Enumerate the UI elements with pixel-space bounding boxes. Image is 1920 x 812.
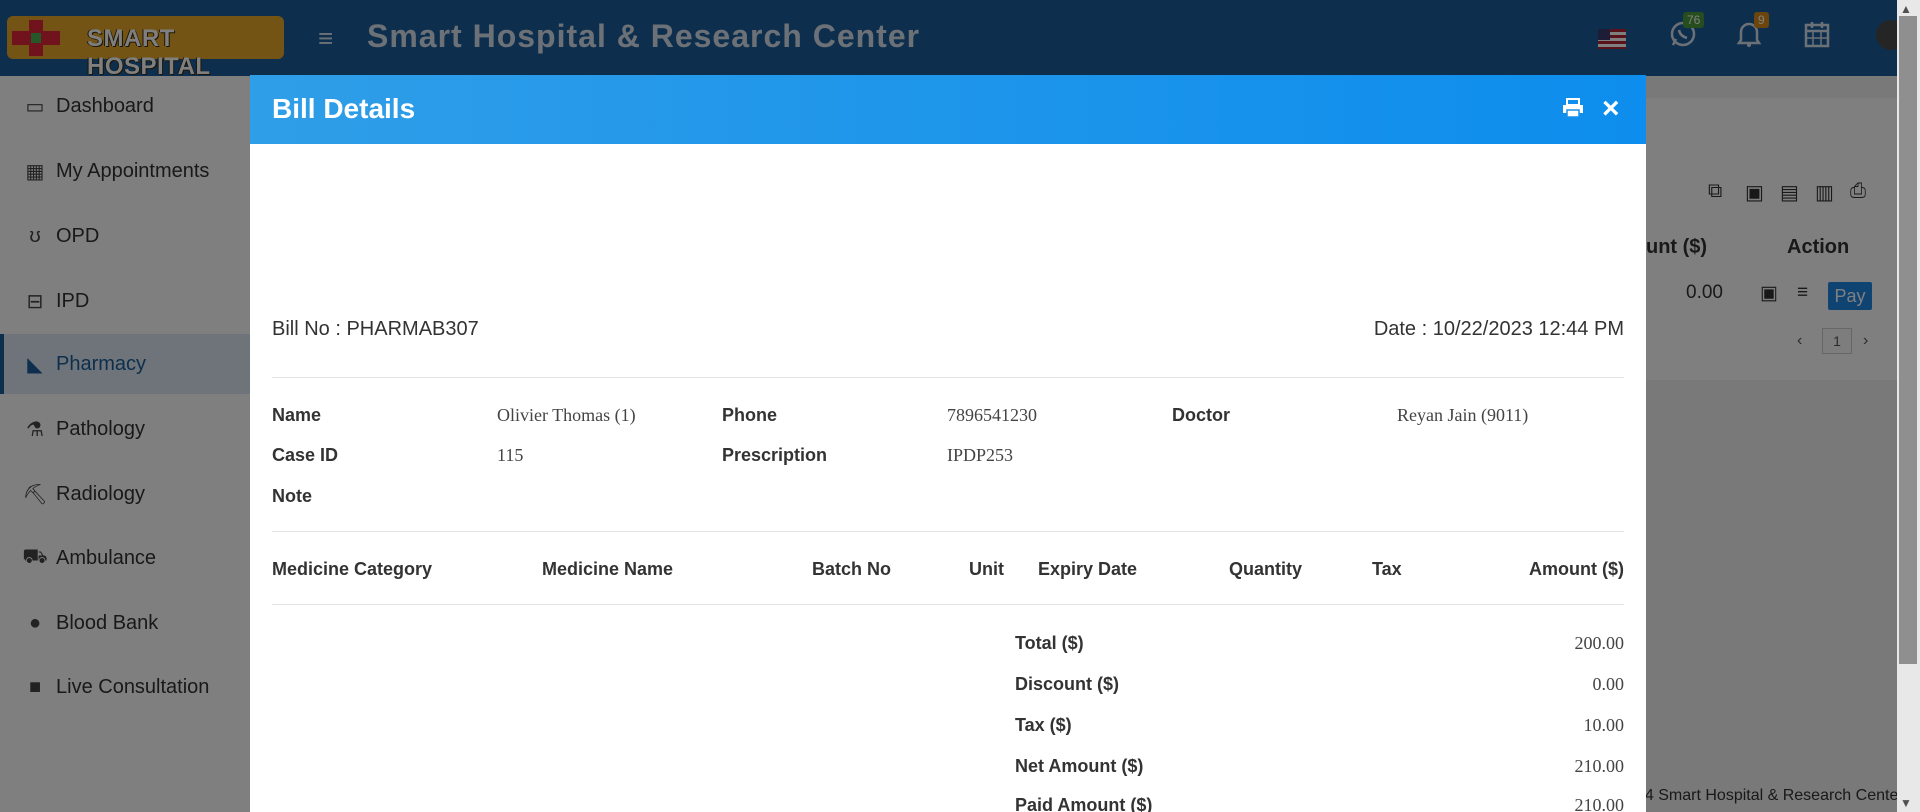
divider: [272, 377, 1624, 378]
scroll-up-icon[interactable]: ▲: [1900, 2, 1912, 16]
th-medicine-category: Medicine Category: [272, 559, 433, 579]
total-label: Total ($): [1015, 633, 1084, 653]
case-id-label: Case ID: [272, 445, 339, 465]
th-expiry-date: Expiry Date: [1038, 559, 1138, 579]
total-value: 200.00: [1574, 633, 1625, 653]
name-value: Olivier Thomas (1): [497, 405, 636, 425]
th-batch-no: Batch No: [812, 559, 892, 579]
bill-number: Bill No : PHARMAB307: [272, 318, 479, 340]
prescription-value: IPDP253: [947, 445, 1014, 465]
net-amount-value: 210.00: [1574, 756, 1625, 776]
doctor-value: Reyan Jain (9011): [1397, 405, 1529, 425]
th-tax: Tax: [1372, 559, 1402, 579]
phone-label: Phone: [722, 405, 778, 425]
th-quantity: Quantity: [1229, 559, 1303, 579]
paid-amount-value: 210.00: [1574, 795, 1625, 812]
note-label: Note: [272, 486, 312, 506]
discount-value: 0.00: [1592, 674, 1625, 694]
th-amount: Amount ($): [1529, 559, 1624, 579]
tax-value: 10.00: [1583, 715, 1625, 735]
close-icon[interactable]: ×: [1602, 92, 1620, 126]
doctor-label: Doctor: [1172, 405, 1230, 425]
th-unit: Unit: [969, 559, 1004, 579]
discount-label: Discount ($): [1015, 674, 1120, 694]
case-id-value: 115: [497, 445, 524, 465]
print-icon[interactable]: [1562, 98, 1584, 124]
th-medicine-name: Medicine Name: [542, 559, 674, 579]
phone-value: 7896541230: [947, 405, 1037, 425]
net-amount-label: Net Amount ($): [1015, 756, 1144, 776]
divider: [272, 604, 1624, 605]
divider: [272, 531, 1624, 532]
scrollbar-thumb[interactable]: [1899, 16, 1917, 664]
tax-label: Tax ($): [1015, 715, 1072, 735]
modal-header: Bill Details ×: [250, 75, 1646, 144]
name-label: Name: [272, 405, 322, 425]
scroll-down-icon[interactable]: ▼: [1900, 796, 1912, 810]
prescription-label: Prescription: [722, 445, 828, 465]
paid-amount-label: Paid Amount ($): [1015, 795, 1153, 812]
bill-date: Date : 10/22/2023 12:44 PM: [1373, 318, 1624, 340]
modal-title: Bill Details: [272, 93, 416, 124]
bill-details-modal: Bill Details × Bill No : PHARMAB307 Date…: [250, 75, 1646, 812]
